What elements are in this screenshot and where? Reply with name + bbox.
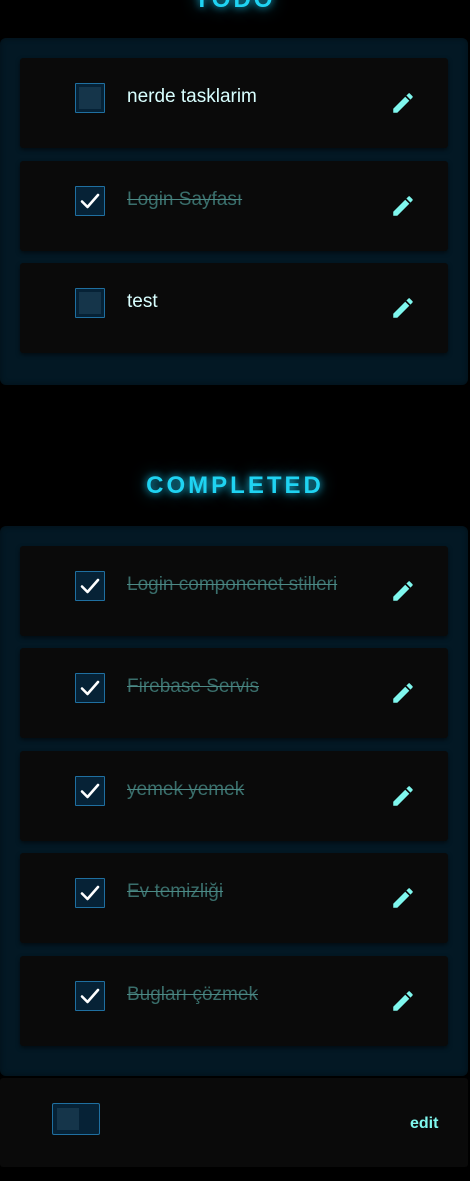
task-label: nerde tasklarim [127, 86, 257, 107]
todo-section-title: TODO [0, 0, 470, 14]
checkmark-icon [80, 578, 100, 594]
todo-list-panel: nerde tasklarim Login Sayfası test [0, 38, 468, 385]
todo-task-item: test [20, 263, 448, 353]
task-label: yemek yemek [127, 779, 245, 800]
checkmark-icon [80, 680, 100, 696]
pencil-icon[interactable] [390, 885, 416, 911]
checkbox-unchecked-box [79, 292, 101, 314]
pencil-icon[interactable] [390, 680, 416, 706]
task-checkbox[interactable] [75, 288, 105, 318]
edit-button[interactable]: edit [410, 1115, 438, 1133]
task-label: Login componenet stilleri [127, 574, 338, 595]
pencil-icon[interactable] [390, 578, 416, 604]
task-checkbox[interactable] [75, 83, 105, 113]
completed-task-item: Bugları çözmek [20, 956, 448, 1046]
pencil-icon[interactable] [390, 988, 416, 1014]
toggle-knob [57, 1108, 79, 1130]
task-checkbox[interactable] [75, 571, 105, 601]
task-checkbox[interactable] [75, 776, 105, 806]
task-label: Login Sayfası [127, 189, 243, 210]
checkbox-unchecked-box [79, 87, 101, 109]
pencil-icon[interactable] [390, 90, 416, 116]
task-label: test [127, 291, 158, 312]
completed-list-panel: Login componenet stilleri Firebase Servi… [0, 526, 468, 1076]
completed-task-item: Firebase Servis [20, 648, 448, 738]
pencil-icon[interactable] [390, 295, 416, 321]
edit-mode-toggle[interactable] [52, 1103, 100, 1135]
pencil-icon[interactable] [390, 783, 416, 809]
todo-task-item: Login Sayfası [20, 161, 448, 251]
pencil-icon[interactable] [390, 193, 416, 219]
completed-task-item: Ev temizliği [20, 853, 448, 943]
completed-task-item: Login componenet stilleri [20, 546, 448, 636]
task-checkbox[interactable] [75, 878, 105, 908]
checkmark-icon [80, 885, 100, 901]
completed-section-title: COMPLETED [146, 472, 324, 499]
checkmark-icon [80, 988, 100, 1004]
todo-task-item: nerde tasklarim [20, 58, 448, 148]
footer-bar: edit [0, 1078, 468, 1167]
task-label: Bugları çözmek [127, 984, 258, 1005]
checkmark-icon [80, 783, 100, 799]
task-checkbox[interactable] [75, 981, 105, 1011]
completed-task-item: yemek yemek [20, 751, 448, 841]
checkmark-icon [80, 193, 100, 209]
task-label: Ev temizliği [127, 881, 224, 902]
task-checkbox[interactable] [75, 673, 105, 703]
task-label: Firebase Servis [127, 676, 259, 697]
task-checkbox[interactable] [75, 186, 105, 216]
